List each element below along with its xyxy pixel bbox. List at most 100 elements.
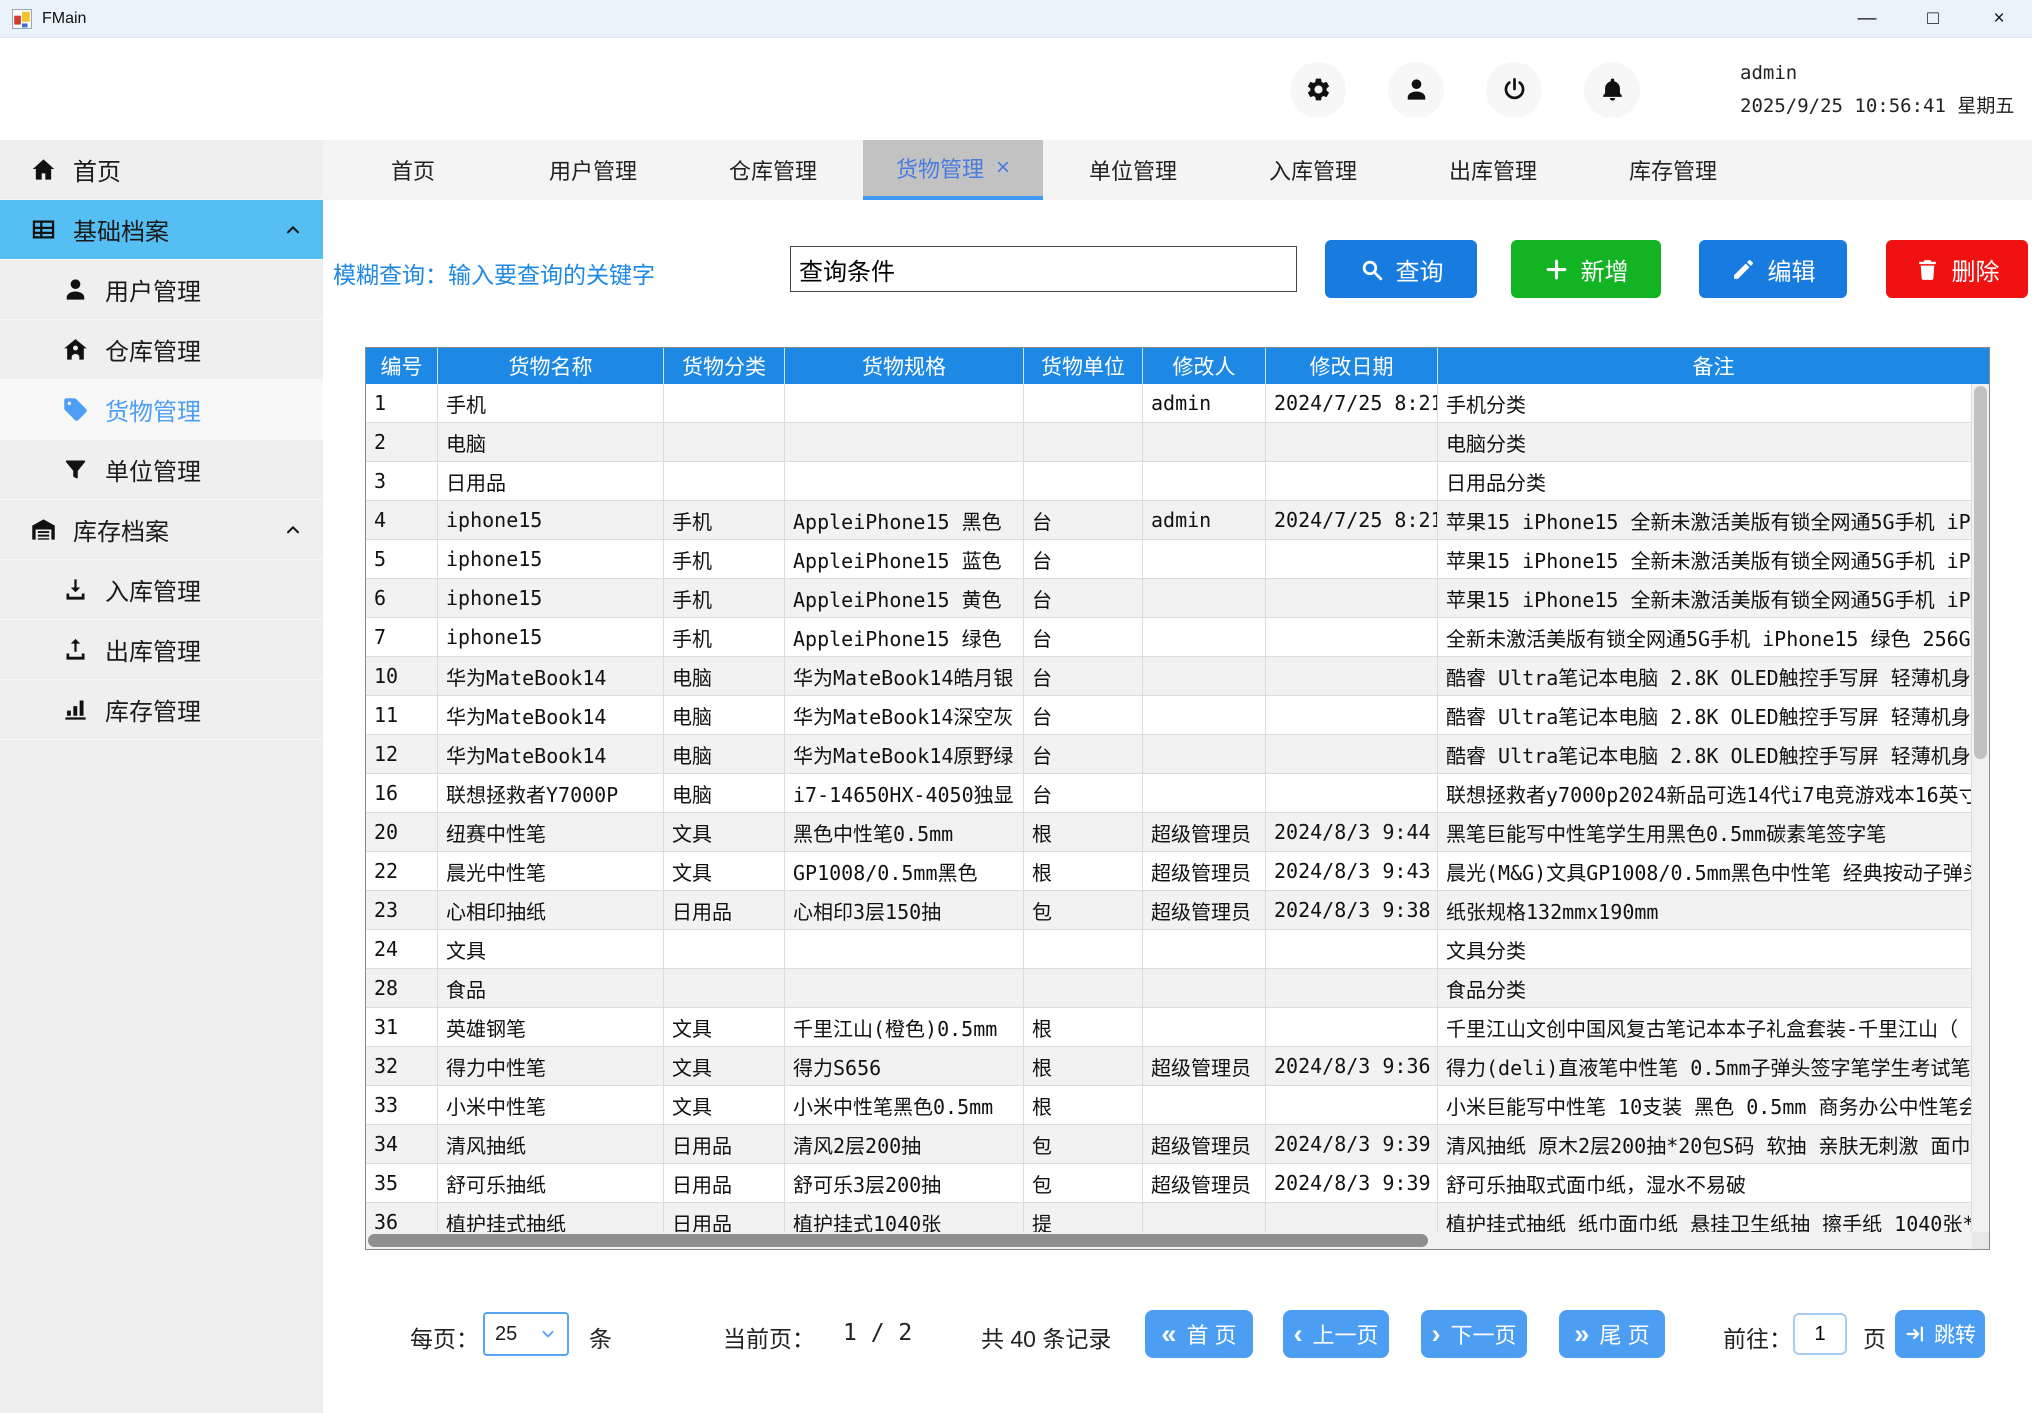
tab-label: 库存管理	[1629, 154, 1717, 186]
table-row[interactable]: 16联想拯救者Y7000P电脑i7-14650HX-4050独显台联想拯救者y7…	[366, 774, 1972, 813]
query-input[interactable]	[790, 246, 1297, 292]
next-page-button[interactable]: ›下一页	[1421, 1310, 1527, 1358]
horizontal-scrollbar[interactable]	[366, 1232, 1972, 1249]
prev-page-button[interactable]: ‹上一页	[1283, 1310, 1389, 1358]
cell-category: 电脑	[664, 774, 785, 813]
tab-stock-mgmt[interactable]: 库存管理	[1583, 140, 1763, 200]
cell-remark: 晨光(M&G)文具GP1008/0.5mm黑色中性笔 经典按动子弹头签	[1438, 852, 1972, 891]
table-row[interactable]: 23心相印抽纸日用品心相印3层150抽包超级管理员2024/8/3 9:38纸张…	[366, 891, 1972, 930]
table-row[interactable]: 33小米中性笔文具小米中性笔黑色0.5mm根小米巨能写中性笔 10支装 黑色 0…	[366, 1086, 1972, 1125]
tab-unit-mgmt[interactable]: 单位管理	[1043, 140, 1223, 200]
table-row[interactable]: 4iphone15手机AppleiPhone15 黑色台admin2024/7/…	[366, 501, 1972, 540]
cell-modified-by	[1143, 579, 1266, 618]
column-header-modified-at[interactable]: 修改日期	[1266, 348, 1438, 384]
column-header-id[interactable]: 编号	[366, 348, 438, 384]
topbar-power-button[interactable]	[1486, 62, 1542, 118]
cell-name: 食品	[438, 969, 664, 1008]
sidebar-item-inbound-mgmt[interactable]: 入库管理	[0, 560, 323, 620]
cell-spec	[785, 969, 1024, 1008]
sidebar-item-warehouse-mgmt[interactable]: 仓库管理	[0, 320, 323, 380]
table-row[interactable]: 10华为MateBook14电脑华为MateBook14皓月银台酷睿 Ultra…	[366, 657, 1972, 696]
cell-modified-by: admin	[1143, 384, 1266, 423]
tab-close-icon[interactable]: ×	[996, 156, 1010, 180]
cell-remark: 手机分类	[1438, 384, 1972, 423]
delete-button[interactable]: 删除	[1886, 240, 2028, 298]
column-header-unit[interactable]: 货物单位	[1024, 348, 1143, 384]
table-row[interactable]: 32得力中性笔文具得力S656根超级管理员2024/8/3 9:36得力(del…	[366, 1047, 1972, 1086]
cell-unit: 台	[1024, 501, 1143, 540]
home-icon	[30, 156, 57, 183]
column-header-category[interactable]: 货物分类	[664, 348, 785, 384]
sidebar-item-outbound-mgmt[interactable]: 出库管理	[0, 620, 323, 680]
per-page-value: 25	[495, 1323, 517, 1346]
cell-modified-at	[1266, 1086, 1438, 1125]
cell-remark: 酷睿 Ultra笔记本电脑 2.8K OLED触控手写屏 轻薄机身 U	[1438, 657, 1972, 696]
sidebar-item-home[interactable]: 首页	[0, 140, 323, 200]
table-row[interactable]: 2电脑电脑分类	[366, 423, 1972, 462]
table-row[interactable]: 12华为MateBook14电脑华为MateBook14原野绿台酷睿 Ultra…	[366, 735, 1972, 774]
per-page-select[interactable]: 25	[483, 1312, 569, 1356]
cell-modified-at: 2024/7/25 8:21	[1266, 501, 1438, 540]
cell-name: 电脑	[438, 423, 664, 462]
table-row[interactable]: 36植护挂式抽纸日用品植护挂式1040张提植护挂式抽纸 纸巾面巾纸 悬挂卫生纸抽…	[366, 1203, 1972, 1232]
sidebar-item-inventory-archives[interactable]: 库存档案	[0, 500, 323, 560]
cell-modified-at	[1266, 423, 1438, 462]
add-button[interactable]: 新增	[1511, 240, 1661, 298]
table-row[interactable]: 35舒可乐抽纸日用品舒可乐3层200抽包超级管理员2024/8/3 9:39舒可…	[366, 1164, 1972, 1203]
table-row[interactable]: 31英雄钢笔文具千里江山(橙色)0.5mm根千里江山文创中国风复古笔记本本子礼盒…	[366, 1008, 1972, 1047]
table-row[interactable]: 7iphone15手机AppleiPhone15 绿色台全新未激活美版有锁全网通…	[366, 618, 1972, 657]
table-row[interactable]: 3日用品日用品分类	[366, 462, 1972, 501]
horizontal-scrollbar-thumb[interactable]	[368, 1234, 1428, 1247]
topbar-user-button[interactable]	[1388, 62, 1444, 118]
table-row[interactable]: 22晨光中性笔文具GP1008/0.5mm黑色根超级管理员2024/8/3 9:…	[366, 852, 1972, 891]
sidebar-item-goods-mgmt[interactable]: 货物管理	[0, 380, 323, 440]
cell-modified-at: 2024/8/3 9:43	[1266, 852, 1438, 891]
cell-modified-by: 超级管理员	[1143, 813, 1266, 852]
jump-button[interactable]: 跳转	[1895, 1310, 1985, 1358]
tab-user-mgmt[interactable]: 用户管理	[503, 140, 683, 200]
sidebar-item-basic-archives[interactable]: 基础档案	[0, 200, 323, 260]
query-button[interactable]: 查询	[1325, 240, 1477, 298]
tab-goods-mgmt[interactable]: 货物管理×	[863, 140, 1043, 200]
table-row[interactable]: 1手机admin2024/7/25 8:21手机分类	[366, 384, 1972, 423]
table-row[interactable]: 5iphone15手机AppleiPhone15 蓝色台苹果15 iPhone1…	[366, 540, 1972, 579]
first-page-button[interactable]: «首 页	[1145, 1310, 1253, 1358]
table-row[interactable]: 24文具文具分类	[366, 930, 1972, 969]
vertical-scrollbar[interactable]	[1972, 384, 1989, 1232]
cell-name: 舒可乐抽纸	[438, 1164, 664, 1203]
cell-name: 华为MateBook14	[438, 696, 664, 735]
cell-spec: 小米中性笔黑色0.5mm	[785, 1086, 1024, 1125]
tab-inbound-mgmt[interactable]: 入库管理	[1223, 140, 1403, 200]
tab-home[interactable]: 首页	[323, 140, 503, 200]
close-button[interactable]: ×	[1966, 0, 2032, 38]
tab-warehouse-mgmt[interactable]: 仓库管理	[683, 140, 863, 200]
cell-remark: 得力(deli)直液笔中性笔 0.5mm子弹头签字笔学生考试笔	[1438, 1047, 1972, 1086]
tab-outbound-mgmt[interactable]: 出库管理	[1403, 140, 1583, 200]
table-row[interactable]: 11华为MateBook14电脑华为MateBook14深空灰台酷睿 Ultra…	[366, 696, 1972, 735]
sidebar-item-user-mgmt[interactable]: 用户管理	[0, 260, 323, 320]
column-header-remark[interactable]: 备注	[1438, 348, 1989, 384]
edit-button[interactable]: 编辑	[1699, 240, 1847, 298]
column-header-spec[interactable]: 货物规格	[785, 348, 1024, 384]
cell-spec: 华为MateBook14皓月银	[785, 657, 1024, 696]
goto-page-input[interactable]	[1793, 1313, 1847, 1355]
table-row[interactable]: 34清风抽纸日用品清风2层200抽包超级管理员2024/8/3 9:39清风抽纸…	[366, 1125, 1972, 1164]
topbar-gear-button[interactable]	[1290, 62, 1346, 118]
cell-modified-at	[1266, 579, 1438, 618]
maximize-button[interactable]: □	[1900, 0, 1966, 38]
tab-label: 出库管理	[1449, 154, 1537, 186]
topbar-bell-button[interactable]	[1584, 62, 1640, 118]
search-hint-label: 模糊查询：输入要查询的关键字	[333, 256, 655, 290]
table-row[interactable]: 6iphone15手机AppleiPhone15 黄色台苹果15 iPhone1…	[366, 579, 1972, 618]
column-header-name[interactable]: 货物名称	[438, 348, 664, 384]
minimize-button[interactable]: —	[1834, 0, 1900, 38]
table-row[interactable]: 20纽赛中性笔文具黑色中性笔0.5mm根超级管理员2024/8/3 9:44黑笔…	[366, 813, 1972, 852]
table-row[interactable]: 28食品食品分类	[366, 969, 1972, 1008]
first-page-glyph: «	[1161, 1321, 1176, 1348]
column-header-modified-by[interactable]: 修改人	[1143, 348, 1266, 384]
sidebar-item-unit-mgmt[interactable]: 单位管理	[0, 440, 323, 500]
cell-remark: 食品分类	[1438, 969, 1972, 1008]
vertical-scrollbar-thumb[interactable]	[1974, 386, 1987, 759]
sidebar-item-stock-mgmt[interactable]: 库存管理	[0, 680, 323, 740]
last-page-button[interactable]: »尾 页	[1559, 1310, 1665, 1358]
